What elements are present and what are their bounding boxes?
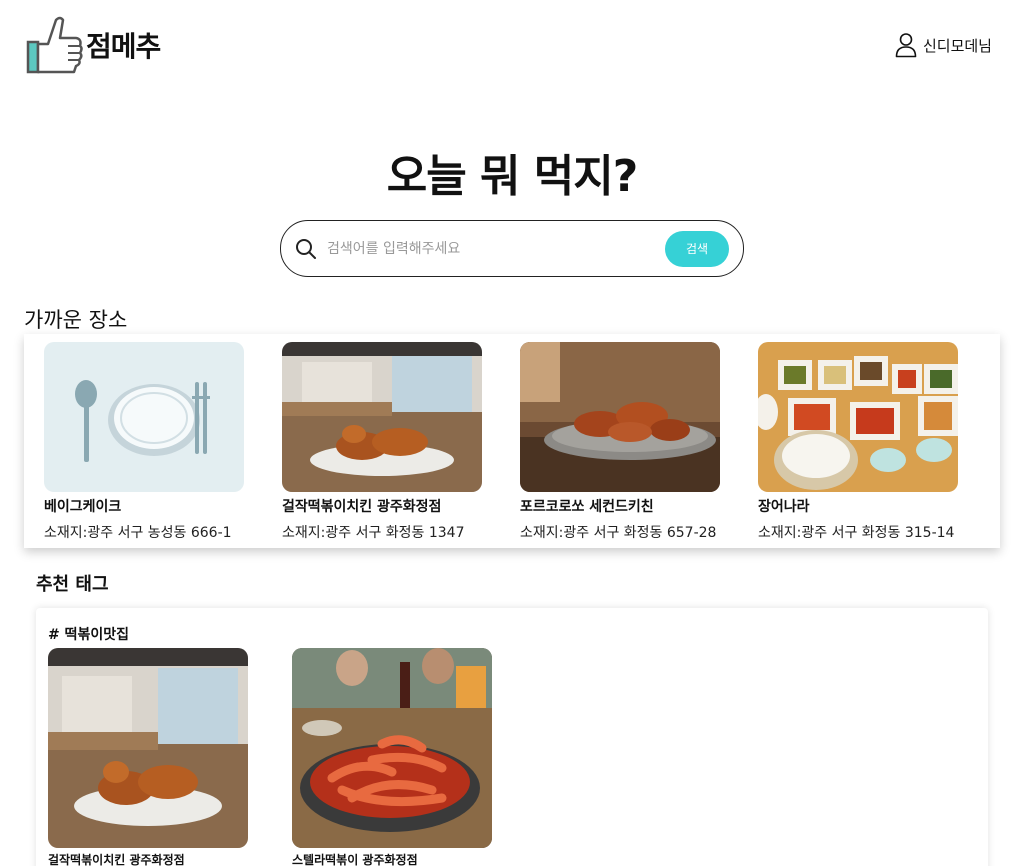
place-image <box>282 342 482 492</box>
user-icon <box>895 33 917 58</box>
korean-side-dishes-photo <box>758 342 958 492</box>
place-name: 걸작떡볶이치킨 광주화정점 <box>282 499 442 515</box>
place-card[interactable]: 장어나라 소재지:광주 서구 화정동 315-14 <box>758 342 990 542</box>
place-address: 소재지:광주 서구 농성동 666-1 <box>44 525 232 541</box>
fried-chicken-photo <box>48 648 248 848</box>
logo-text: 점메추 <box>86 30 161 63</box>
tag-name[interactable]: # 떡볶이맛집 <box>48 624 129 644</box>
thumbs-up-icon <box>26 16 83 74</box>
place-name: 포르코로쏘 세컨드키친 <box>520 499 654 515</box>
place-name: 스텔라떡볶이 광주화정점 <box>292 853 418 866</box>
user-menu[interactable]: 신디모데님 <box>895 32 992 58</box>
place-address: 소재지:광주 서구 화정동 1347 <box>282 525 465 541</box>
page-title: 오늘 뭐 먹지? <box>386 151 639 202</box>
place-image <box>292 648 492 848</box>
tag-group: # 떡볶이맛집 걸작떡볶이치킨 광주화정점 스텔라떡볶이 광주화정점 <box>36 608 988 866</box>
fried-chicken-photo <box>520 342 720 492</box>
place-card[interactable]: 베이그케이크 소재지:광주 서구 농성동 666-1 <box>44 342 276 542</box>
plate-utensils-icon <box>44 342 244 492</box>
place-image <box>758 342 958 492</box>
place-card[interactable]: 걸작떡볶이치킨 광주화정점 소재지:광주 서구 화정동 1347 <box>282 342 514 542</box>
nearby-section-title: 가까운 장소 <box>24 308 128 332</box>
tag-place-card[interactable]: 걸작떡볶이치킨 광주화정점 <box>48 648 268 866</box>
logo[interactable]: 점메추 <box>26 14 161 76</box>
fried-chicken-photo <box>282 342 482 492</box>
tags-section-title: 추천 태그 <box>36 574 109 595</box>
place-image <box>520 342 720 492</box>
place-card[interactable]: 포르코로쏘 세컨드키친 소재지:광주 서구 화정동 657-28 <box>520 342 752 542</box>
tteokbokki-photo <box>292 648 492 848</box>
search-bar: 검색 <box>280 220 744 277</box>
search-input[interactable] <box>327 240 665 257</box>
search-icon <box>296 238 316 259</box>
place-address: 소재지:광주 서구 화정동 315-14 <box>758 525 955 541</box>
header: 점메추 신디모데님 <box>0 0 1024 90</box>
tag-place-card[interactable]: 스텔라떡볶이 광주화정점 <box>292 648 512 866</box>
place-image <box>44 342 244 492</box>
search-button[interactable]: 검색 <box>665 230 729 267</box>
user-name: 신디모데님 <box>922 36 992 55</box>
place-image <box>48 648 248 848</box>
place-address: 소재지:광주 서구 화정동 657-28 <box>520 525 717 541</box>
place-name: 베이그케이크 <box>44 499 122 515</box>
place-name: 걸작떡볶이치킨 광주화정점 <box>48 853 185 866</box>
place-name: 장어나라 <box>758 499 810 515</box>
nearby-places-list: 베이그케이크 소재지:광주 서구 농성동 666-1 걸작떡볶이치킨 광주화정점… <box>24 334 1000 548</box>
